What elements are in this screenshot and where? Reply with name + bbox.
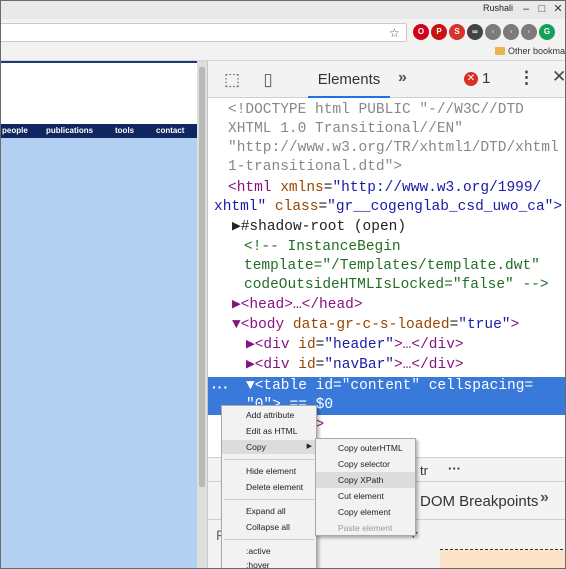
head-node[interactable]: ▶<head>…</head> (232, 296, 363, 316)
error-icon[interactable]: ✕ (464, 72, 478, 86)
inspect-element-icon[interactable]: ⬚ (222, 70, 242, 90)
comment-node[interactable]: template="/Templates/template.dwt" (244, 257, 540, 277)
page-header (1, 61, 197, 124)
menu-active[interactable]: :active (222, 544, 316, 558)
copy-submenu: Copy outerHTML Copy selector Copy XPath … (315, 438, 416, 536)
html-node[interactable]: <html xmlns="http://www.w3.org/1999/ (228, 179, 541, 199)
menu-copy[interactable]: Copy ▶ (222, 440, 316, 454)
devtools-toolbar: ⬚ ▯ Elements » ✕ 1 ⋮ ✕ (208, 61, 565, 98)
doctype-line[interactable]: <!DOCTYPE html PUBLIC "-//W3C//DTD (228, 101, 524, 121)
comment-node[interactable]: <!-- InstanceBegin (244, 238, 401, 258)
save-icon[interactable]: S (449, 24, 465, 40)
tab-elements[interactable]: Elements (308, 61, 390, 98)
profile-name[interactable]: Rushali (483, 3, 513, 13)
devtools-close-icon[interactable]: ✕ (552, 67, 565, 87)
menu-copy-xpath[interactable]: Copy XPath (316, 472, 415, 488)
title-bar: Rushali – □ ✕ (1, 1, 565, 19)
bookmark-star-icon[interactable]: ☆ (389, 26, 400, 40)
device-toolbar-icon[interactable]: ▯ (258, 70, 278, 90)
menu-copy-element[interactable]: Copy element (316, 504, 415, 520)
error-count[interactable]: 1 (482, 70, 490, 87)
close-window-button[interactable]: ✕ (551, 2, 565, 16)
div-header-node[interactable]: ▶<div id="header">…</div> (246, 336, 464, 356)
opera-icon[interactable]: O (413, 24, 429, 40)
tab-dom-breakpoints[interactable]: DOM Breakpoints (420, 493, 538, 510)
doctype-line[interactable]: XHTML 1.0 Transitional//EN" (228, 120, 463, 140)
menu-cut-element[interactable]: Cut element (316, 488, 415, 504)
glasses-icon[interactable]: ∞ (467, 24, 483, 40)
folder-icon (495, 47, 505, 55)
shadow-root-node[interactable]: ▶#shadow-root (open) (232, 218, 406, 238)
bookmarks-bar: Other bookmarks (1, 43, 566, 61)
ext-icon-6[interactable]: ◦ (503, 24, 519, 40)
menu-add-attribute[interactable]: Add attribute (222, 408, 316, 422)
menu-separator (224, 499, 314, 500)
menu-separator (224, 459, 314, 460)
div-navbar-node[interactable]: ▶<div id="navBar">…</div> (246, 356, 464, 376)
doctype-line[interactable]: "http://www.w3.org/TR/xhtml1/DTD/xhtml (228, 139, 559, 159)
menu-delete-element[interactable]: Delete element (222, 480, 316, 494)
more-tabs-icon[interactable]: » (398, 69, 407, 87)
address-bar[interactable]: ☆ (1, 23, 407, 42)
body-node[interactable]: ▼<body data-gr-c-s-loaded="true"> (232, 316, 519, 336)
devtools-menu-icon[interactable]: ⋮ (518, 68, 535, 88)
comment-node[interactable]: codeOutsideHTMLIsLocked="false" --> (244, 276, 549, 296)
box-model-preview (440, 549, 565, 568)
ext-icon-5[interactable]: ◦ (485, 24, 501, 40)
other-bookmarks[interactable]: Other bookmarks (495, 46, 566, 56)
menu-copy-label: Copy (246, 442, 266, 452)
page-scrollbar[interactable] (197, 61, 207, 568)
menu-hide-element[interactable]: Hide element (222, 464, 316, 478)
menu-expand-all[interactable]: Expand all (222, 504, 316, 518)
menu-edit-as-html[interactable]: Edit as HTML (222, 424, 316, 438)
context-menu: Add attribute Edit as HTML Copy ▶ Hide el… (221, 405, 317, 568)
minimize-button[interactable]: – (519, 2, 533, 16)
nav-publications[interactable]: publications (46, 126, 93, 135)
submenu-arrow-icon: ▶ (306, 443, 312, 450)
menu-hover[interactable]: :hover (222, 558, 316, 568)
menu-copy-outerhtml[interactable]: Copy outerHTML (316, 440, 415, 456)
nav-people[interactable]: people (2, 126, 28, 135)
webpage-viewport: people publications tools contact (1, 61, 207, 568)
nav-contact[interactable]: contact (156, 126, 184, 135)
maximize-button[interactable]: □ (535, 2, 549, 16)
grammarly-icon[interactable]: G (539, 24, 555, 40)
other-bookmarks-label: Other bookmarks (508, 46, 566, 56)
menu-separator (224, 539, 314, 540)
doctype-line[interactable]: 1-transitional.dtd"> (228, 158, 402, 178)
menu-collapse-all[interactable]: Collapse all (222, 520, 316, 534)
more-tabs-dots[interactable]: ··· (448, 461, 461, 476)
scrollbar-thumb[interactable] (199, 67, 205, 487)
html-node-cont[interactable]: xhtml" class="gr__cogenglab_csd_uwo_ca"> (214, 198, 562, 218)
selected-line-1: ▼<table id="content" cellspacing= (246, 378, 534, 394)
pinterest-icon[interactable]: P (431, 24, 447, 40)
ext-icon-7[interactable]: ◦ (521, 24, 537, 40)
menu-copy-selector[interactable]: Copy selector (316, 456, 415, 472)
menu-paste-element[interactable]: Paste element (316, 520, 415, 536)
node-actions-dots[interactable]: ··· (212, 379, 229, 395)
tab-partial[interactable]: tr (420, 463, 428, 478)
browser-window: Rushali – □ ✕ ☆ Other bookmarks people p… (0, 0, 566, 569)
more-tabs-icon[interactable]: » (540, 489, 549, 507)
nav-tools[interactable]: tools (115, 126, 134, 135)
site-nav-bar: people publications tools contact (1, 124, 197, 138)
